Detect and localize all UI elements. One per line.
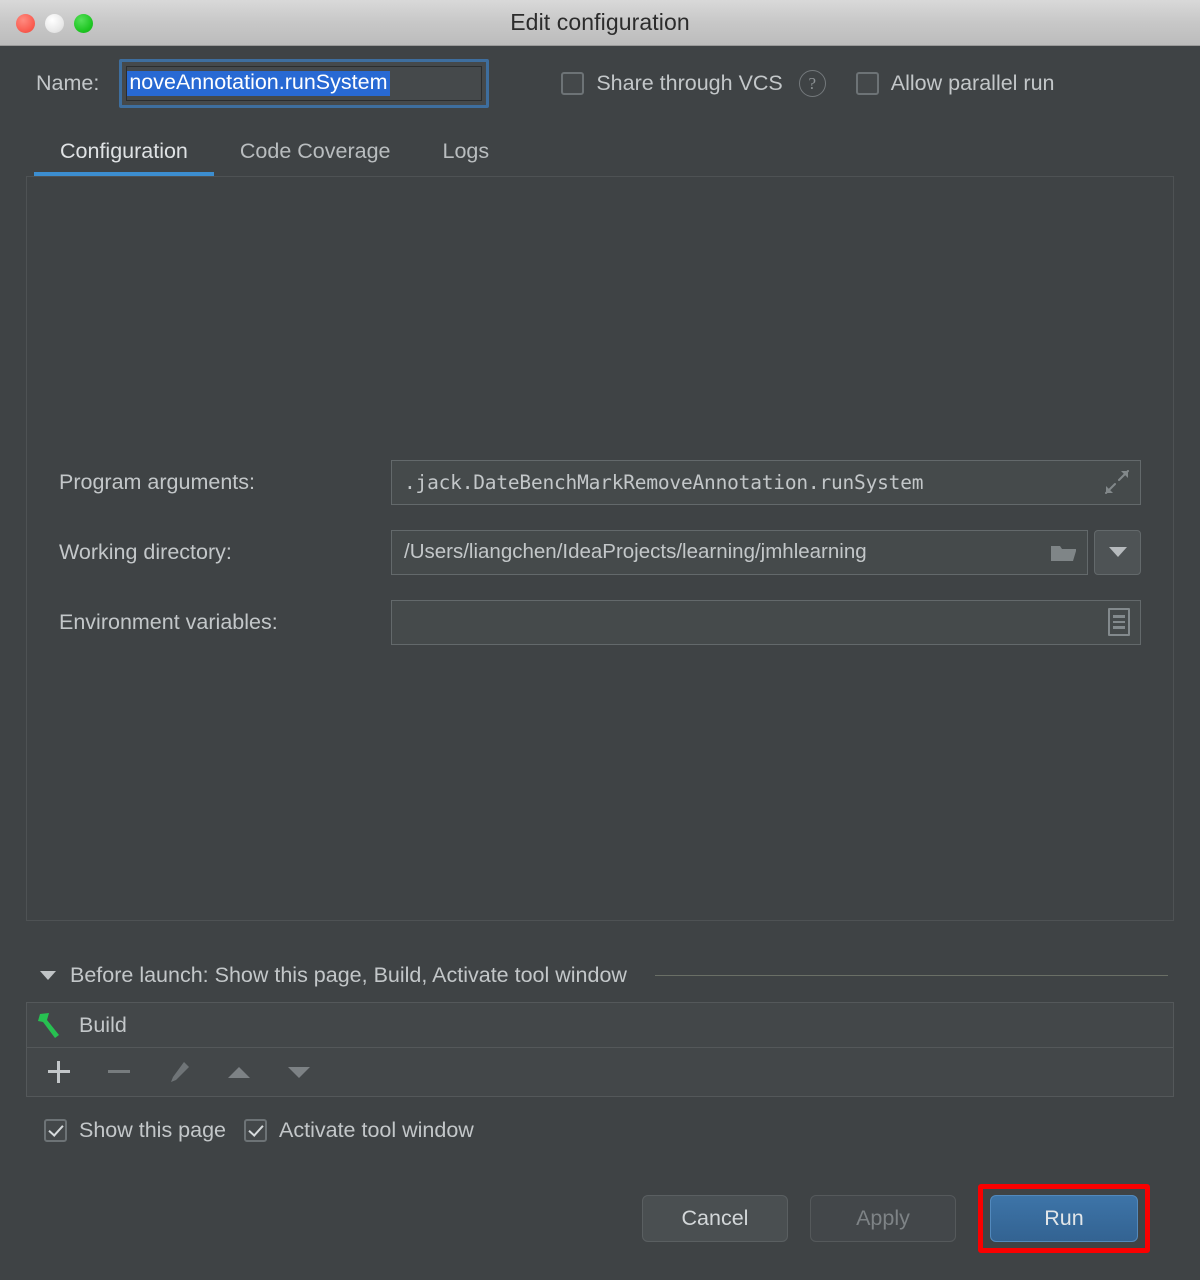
dialog-footer: Cancel Apply Run (26, 1163, 1174, 1280)
program-arguments-label: Program arguments: (59, 469, 255, 494)
hammer-icon (37, 1011, 65, 1039)
name-input-value: noveAnnotation.runSystem (127, 70, 390, 97)
tab-logs[interactable]: Logs (417, 139, 516, 176)
window-titlebar: Edit configuration (0, 0, 1200, 46)
allow-parallel-run-label: Allow parallel run (890, 71, 1055, 95)
chevron-down-icon (1108, 547, 1127, 557)
working-directory-value: /Users/liangchen/IdeaProjects/learning/j… (404, 540, 867, 563)
program-arguments-value: .jack.DateBenchMarkRemoveAnnotation.runS… (404, 470, 924, 494)
help-glyph: ? (808, 73, 817, 93)
checkbox-box-icon (855, 72, 879, 95)
window-title: Edit configuration (510, 9, 690, 35)
before-launch-list: Build (26, 1002, 1174, 1097)
folder-icon[interactable] (1050, 542, 1077, 563)
caret-down-icon[interactable] (40, 971, 56, 980)
environment-variables-row: Environment variables: (59, 587, 1141, 657)
checkbox-checked-icon (44, 1118, 67, 1142)
run-button-highlight: Run (978, 1184, 1150, 1253)
name-input-inner[interactable]: noveAnnotation.runSystem (126, 66, 483, 101)
before-launch-header[interactable]: Before launch: Show this page, Build, Ac… (26, 963, 1174, 988)
name-input[interactable]: noveAnnotation.runSystem (119, 59, 490, 108)
minimize-button-icon[interactable] (45, 13, 64, 33)
close-button-icon[interactable] (16, 13, 35, 33)
checkbox-checked-icon (244, 1118, 268, 1142)
options-group: Share through VCS ? Allow parallel run (561, 70, 1055, 97)
list-item-label: Build (79, 1012, 127, 1037)
before-launch-title: Before launch: Show this page, Build, Ac… (70, 963, 627, 987)
before-launch-toolbar (27, 1048, 1173, 1096)
add-button-icon[interactable] (43, 1056, 75, 1088)
name-label: Name: (36, 71, 100, 95)
tab-bar: Configuration Code Coverage Logs (26, 121, 1174, 176)
triangle-down-icon (288, 1066, 310, 1078)
activate-tool-window-label: Activate tool window (279, 1117, 474, 1142)
tab-code-coverage[interactable]: Code Coverage (214, 139, 417, 176)
cancel-button[interactable]: Cancel (642, 1195, 788, 1242)
configuration-panel: Program arguments: .jack.DateBenchMarkRe… (26, 176, 1174, 921)
run-button[interactable]: Run (990, 1195, 1138, 1242)
triangle-up-icon (228, 1066, 250, 1078)
working-directory-row: Working directory: /Users/liangchen/Idea… (59, 517, 1141, 587)
help-icon[interactable]: ? (798, 70, 826, 97)
edit-configuration-dialog: Edit configuration Name: noveAnnotation.… (0, 0, 1200, 1280)
program-arguments-input[interactable]: .jack.DateBenchMarkRemoveAnnotation.runS… (391, 459, 1141, 505)
show-this-page-label: Show this page (79, 1117, 227, 1142)
move-up-button-icon[interactable] (223, 1056, 255, 1088)
maximize-button-icon[interactable] (74, 13, 93, 33)
tab-configuration[interactable]: Configuration (34, 139, 214, 176)
dialog-body: Name: noveAnnotation.runSystem Share thr… (0, 46, 1200, 1280)
configuration-form: Program arguments: .jack.DateBenchMarkRe… (27, 447, 1173, 657)
share-through-vcs-checkbox[interactable]: Share through VCS (561, 71, 783, 96)
working-directory-label: Working directory: (59, 539, 232, 564)
environment-variables-label: Environment variables: (59, 609, 278, 634)
environment-variables-input[interactable] (391, 599, 1141, 645)
allow-parallel-run-checkbox[interactable]: Allow parallel run (855, 71, 1055, 96)
activate-tool-window-checkbox[interactable]: Activate tool window (244, 1118, 474, 1143)
move-down-button-icon[interactable] (283, 1056, 315, 1088)
remove-button-icon[interactable] (103, 1056, 135, 1088)
working-directory-input[interactable]: /Users/liangchen/IdeaProjects/learning/j… (391, 529, 1088, 575)
list-editor-icon[interactable] (1108, 608, 1130, 636)
expand-arrows-icon[interactable] (1104, 469, 1130, 495)
show-this-page-checkbox[interactable]: Show this page (44, 1118, 226, 1143)
program-arguments-row: Program arguments: .jack.DateBenchMarkRe… (59, 447, 1141, 517)
checkbox-box-icon (561, 72, 585, 95)
list-item[interactable]: Build (27, 1003, 1173, 1048)
working-directory-dropdown-button[interactable] (1094, 529, 1141, 575)
edit-button-icon[interactable] (163, 1056, 195, 1088)
before-launch-checkboxes: Show this page Activate tool window (26, 1097, 1174, 1163)
window-controls (16, 0, 93, 46)
apply-button[interactable]: Apply (810, 1195, 956, 1242)
before-launch-section: Before launch: Show this page, Build, Ac… (26, 921, 1174, 1163)
name-row: Name: noveAnnotation.runSystem Share thr… (26, 46, 1174, 121)
share-through-vcs-label: Share through VCS (596, 71, 783, 95)
before-launch-divider (654, 975, 1168, 976)
